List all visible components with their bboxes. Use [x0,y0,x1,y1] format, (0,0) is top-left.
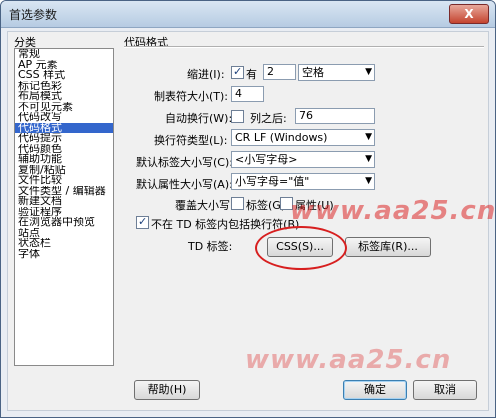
watermark: www.aa25.cn [245,345,452,375]
category-item[interactable]: 字体 [15,249,113,260]
attr-case-value: 小写字母="值" [235,175,310,188]
section-divider [124,46,484,48]
linebreak-value: CR LF (Windows) [235,131,328,144]
indent-size-input[interactable]: 2 [263,64,296,80]
attr-case-label: 默认属性大小写(A): [136,178,233,191]
indent-check-label: 有 [246,68,257,81]
category-item[interactable]: 新建文档 [15,196,113,207]
category-item[interactable]: 布局模式 [15,91,113,102]
indent-type-select[interactable]: 空格 ▼ [298,64,375,81]
attr-case-select[interactable]: 小写字母="值" ▼ [231,173,375,190]
help-button[interactable]: 帮助(H) [134,380,200,400]
indent-label: 缩进(I): [187,68,225,81]
category-item[interactable]: 文件比较 [15,175,113,186]
autowrap-after-label: 列之后: [250,112,287,125]
category-item[interactable]: AP 元素 [15,60,113,71]
chevron-down-icon: ▼ [365,176,372,186]
close-button[interactable]: X [449,4,489,24]
category-item[interactable]: 在浏览器中预览 [15,217,113,228]
title-bar: 首选参数 X [1,1,495,28]
category-item[interactable]: 复制/粘贴 [15,165,113,176]
category-item[interactable]: 代码改写 [15,112,113,123]
tab-size-label: 制表符大小(T): [154,90,229,103]
td-tag-label: TD 标签: [188,240,233,253]
chevron-down-icon: ▼ [365,67,372,77]
highlight-circle [255,226,347,270]
chevron-down-icon: ▼ [365,132,372,142]
indent-type-value: 空格 [302,66,324,79]
td-nowrap-checkbox[interactable] [136,215,149,229]
override-label: 覆盖大小写: [175,199,234,212]
category-item[interactable]: 辅助功能 [15,154,113,165]
override-tag-checkbox[interactable] [231,197,244,210]
tag-case-value: <小写字母> [235,153,298,166]
linebreak-select[interactable]: CR LF (Windows) ▼ [231,129,375,146]
category-item[interactable]: 站点 [15,228,113,239]
tag-library-button[interactable]: 标签库(R)... [345,237,431,257]
category-item[interactable]: 文件类型 / 编辑器 [15,186,113,197]
category-item[interactable]: 代码颜色 [15,144,113,155]
chevron-down-icon: ▼ [365,154,372,164]
category-item[interactable]: 验证程序 [15,207,113,218]
category-item[interactable]: 代码提示 [15,133,113,144]
cancel-button[interactable]: 取消 [413,380,477,400]
category-item[interactable]: 代码格式 [15,122,113,133]
autowrap-checkbox[interactable] [231,110,244,123]
tag-case-label: 默认标签大小写(C): [136,156,233,169]
autowrap-label: 自动换行(W): [165,112,233,125]
tab-size-input[interactable]: 4 [231,86,264,102]
indent-checkbox[interactable] [231,65,244,79]
linebreak-label: 换行符类型(L): [154,134,228,147]
window-title: 首选参数 [9,8,58,22]
category-list[interactable]: 常规 AP 元素 CSS 样式 标记色彩 布局模式 不可见元素 代码改写 代码格式 代码提示 代码… [14,48,114,366]
ok-button[interactable]: 确定 [343,380,407,400]
category-item[interactable]: 常规 [15,49,113,60]
autowrap-column-input[interactable]: 76 [295,108,375,124]
category-item[interactable]: 标记色彩 [15,81,113,92]
tag-case-select[interactable]: <小写字母> ▼ [231,151,375,168]
category-item[interactable]: 不可见元素 [15,102,113,113]
watermark: www.aa25.cn [290,196,496,226]
category-item[interactable]: CSS 样式 [15,70,113,81]
category-item[interactable]: 状态栏 [15,238,113,249]
